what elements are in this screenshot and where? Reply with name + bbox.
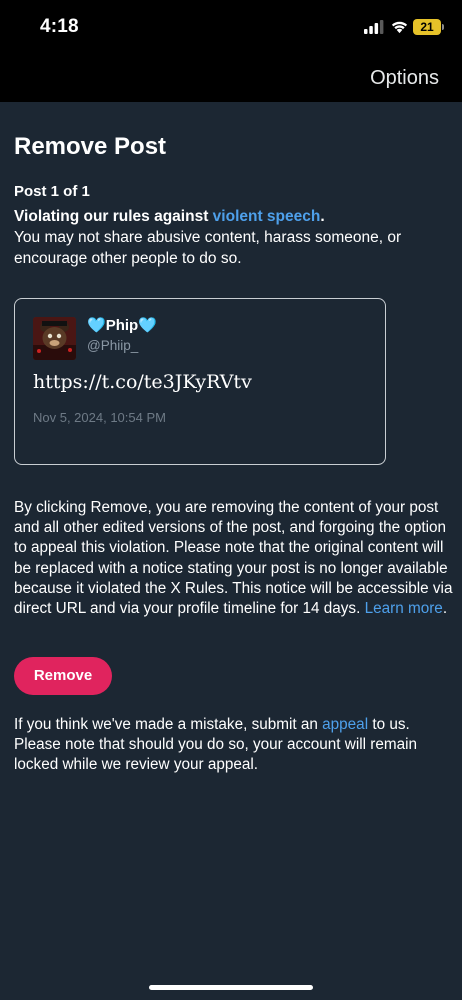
page-title: Remove Post	[14, 133, 167, 160]
remove-button[interactable]: Remove	[14, 657, 112, 695]
display-name-text: Phip	[105, 317, 139, 334]
avatar	[33, 317, 76, 360]
status-time: 4:18	[40, 16, 79, 37]
violation-description: You may not share abusive content, haras…	[14, 229, 402, 267]
options-button[interactable]: Options	[370, 67, 439, 90]
battery-tip	[442, 24, 444, 30]
display-name: 🩵Phip🩵	[87, 316, 157, 334]
header-bar: Options	[0, 52, 462, 102]
violation-end: .	[320, 208, 325, 225]
avatar-image	[33, 317, 76, 360]
battery-icon: 21	[413, 19, 444, 35]
status-bar: 4:18 21	[0, 0, 462, 52]
post-card: 🩵Phip🩵 @Phiip_ https://t.co/te3JKyRVtv N…	[14, 298, 386, 465]
violent-speech-link[interactable]: violent speech	[213, 208, 321, 225]
explanation-end: .	[442, 600, 448, 618]
appeal-notice: If you think we've made a mistake, submi…	[14, 715, 454, 776]
home-indicator[interactable]	[149, 985, 313, 990]
wifi-icon	[391, 21, 408, 34]
heart-emoji-left: 🩵	[87, 317, 106, 334]
post-count: Post 1 of 1	[14, 183, 90, 200]
battery-level: 21	[413, 19, 441, 35]
heart-emoji-right: 🩵	[138, 317, 157, 334]
learn-more-link[interactable]: Learn more	[365, 600, 443, 617]
user-handle: @Phiip_	[87, 338, 139, 353]
violation-notice: Violating our rules against violent spee…	[14, 206, 448, 269]
appeal-lead: If you think we've made a mistake, submi…	[14, 716, 323, 733]
post-timestamp: Nov 5, 2024, 10:54 PM	[33, 410, 166, 425]
appeal-link[interactable]: appeal	[322, 716, 368, 733]
post-text: https://t.co/te3JKyRVtv	[33, 371, 252, 393]
signal-icon	[364, 20, 384, 34]
violation-lead: Violating our rules against	[14, 208, 213, 225]
removal-explanation: By clicking Remove, you are removing the…	[14, 498, 454, 619]
